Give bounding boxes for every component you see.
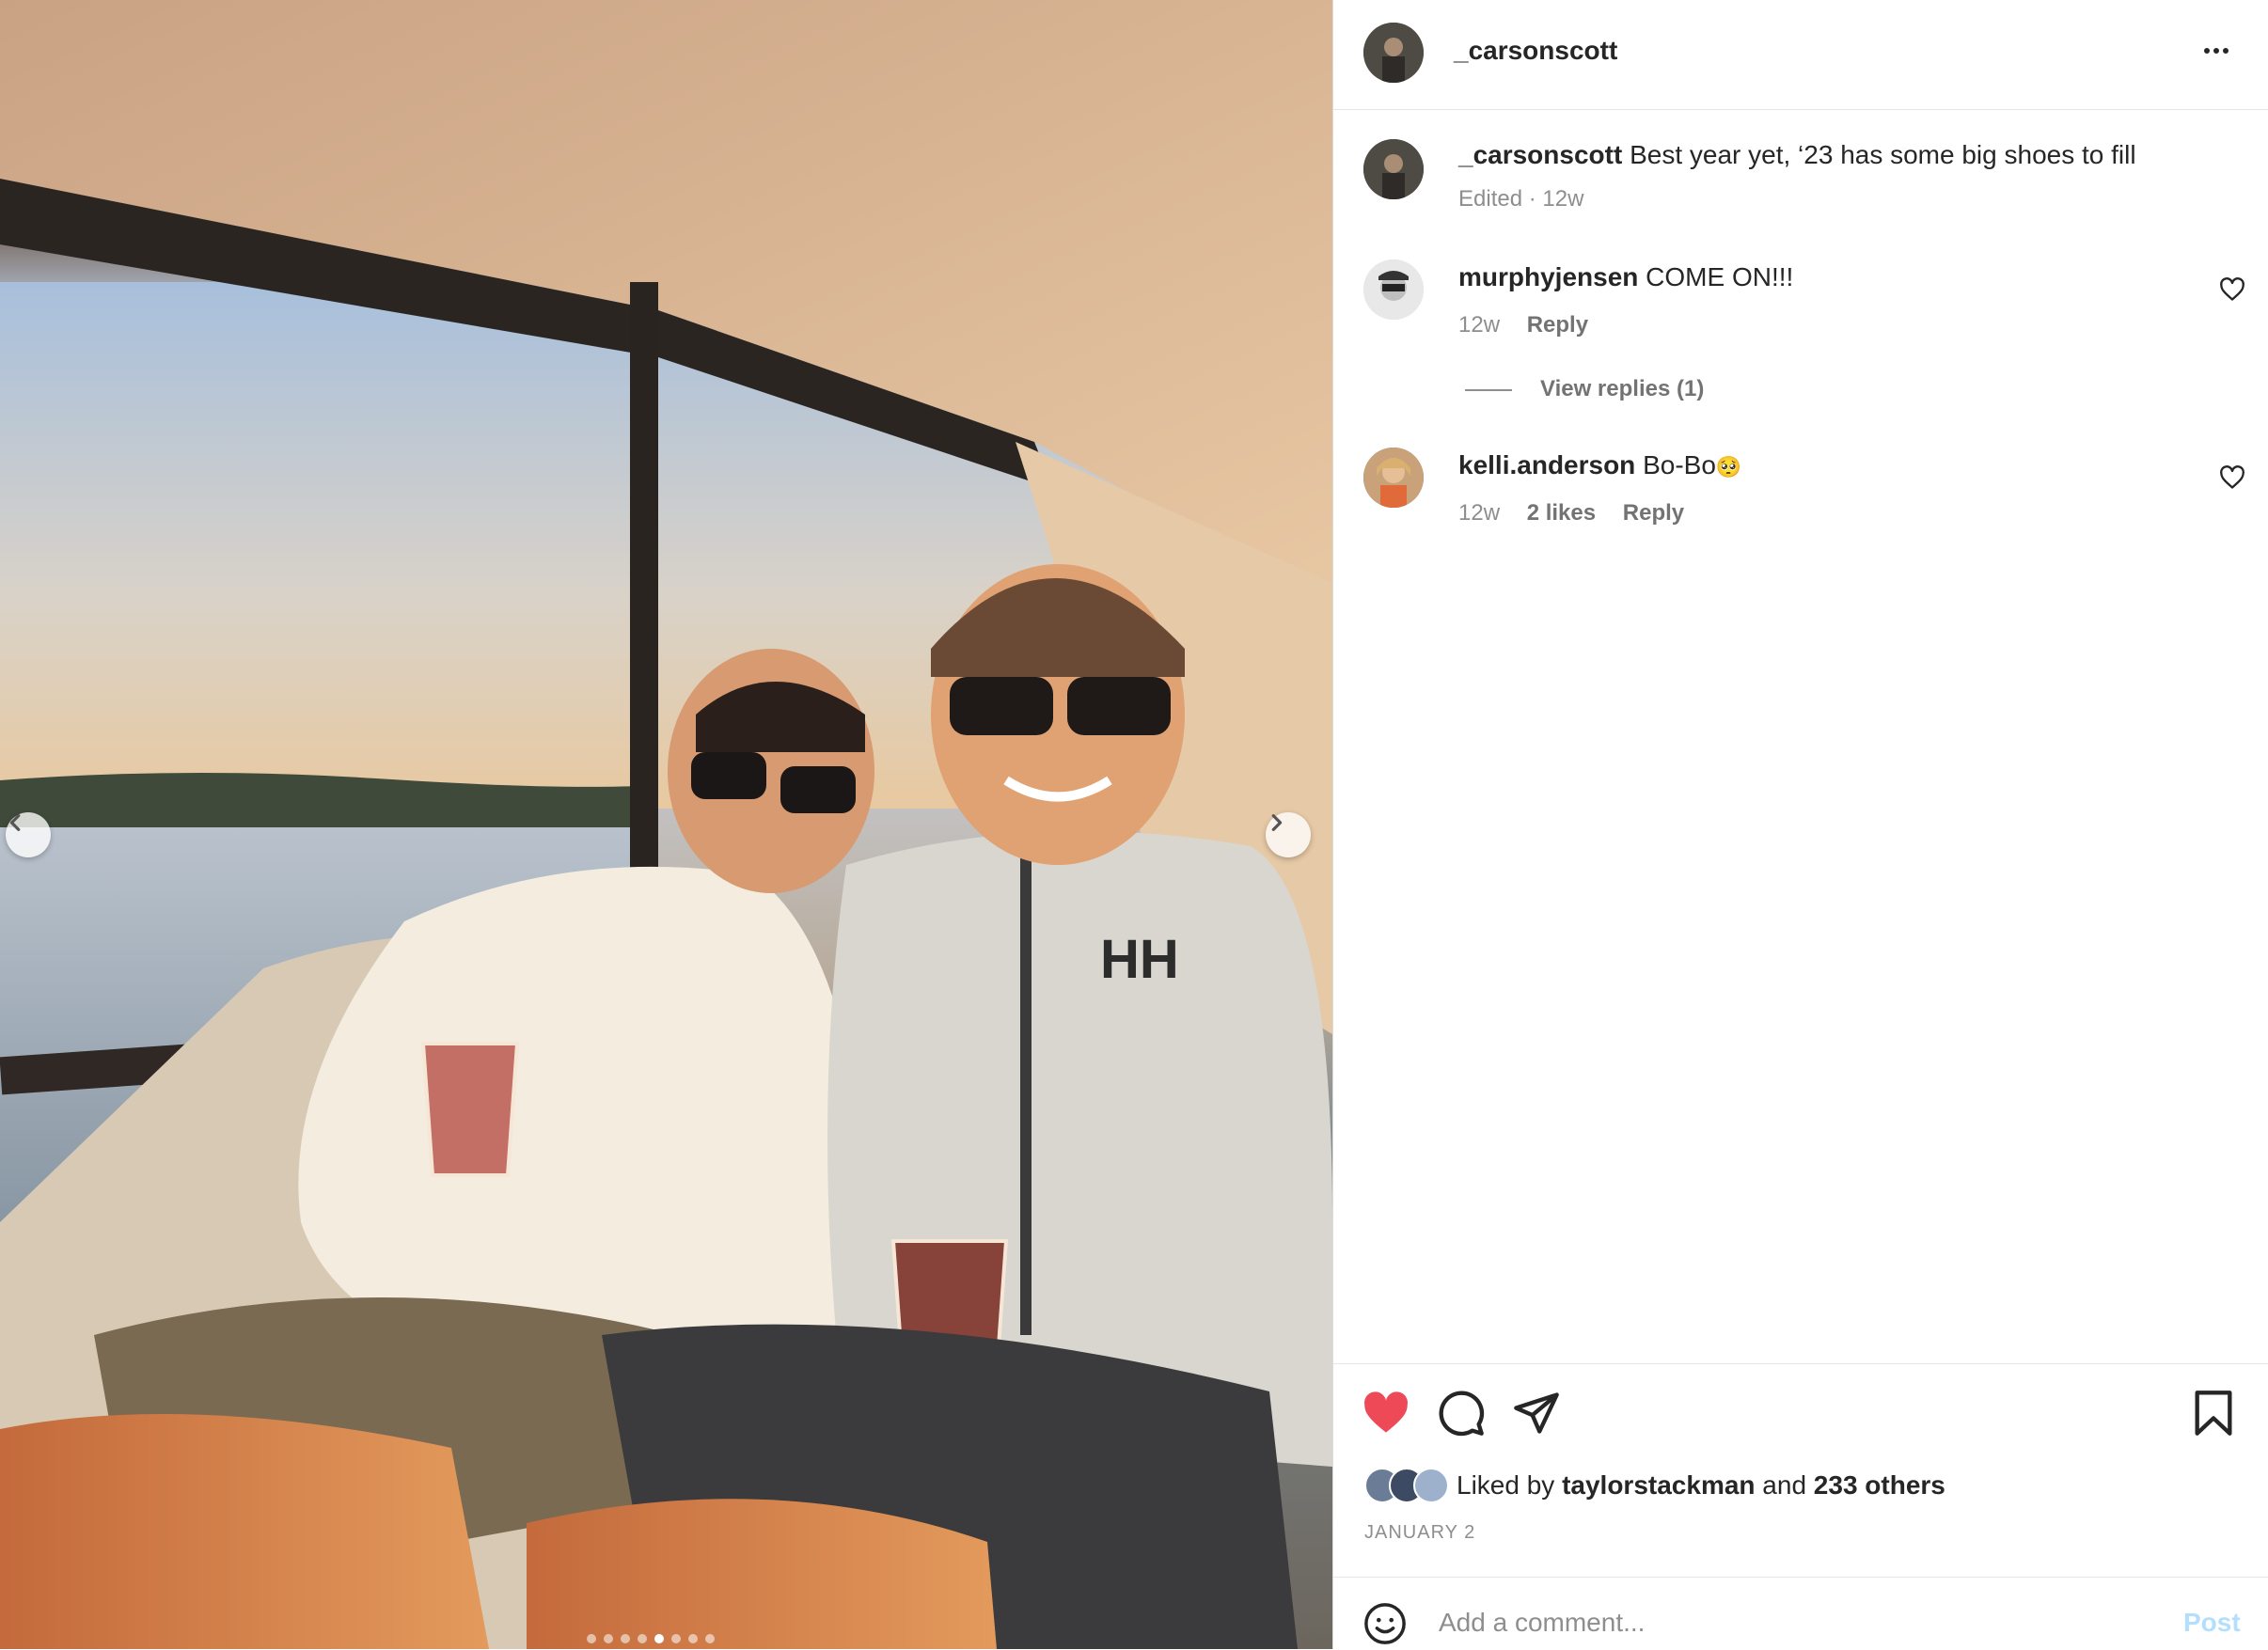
carousel-dot	[638, 1634, 647, 1643]
caption-text-row: _carsonscott Best year yet, ‘23 has some…	[1458, 139, 2136, 171]
svg-text:HH: HH	[1100, 929, 1179, 990]
avatar-image	[1363, 139, 1424, 199]
pleading-face-emoji: 🥺	[1715, 455, 1742, 479]
comment-like-icon[interactable]	[2219, 276, 2245, 303]
comment-age: 12w	[1458, 500, 1501, 526]
share-icon[interactable]	[1512, 1389, 1561, 1438]
caption-avatar[interactable]	[1363, 139, 1424, 199]
liker-username[interactable]: taylorstackman	[1562, 1470, 1755, 1501]
author-avatar[interactable]	[1363, 23, 1424, 83]
post-comment-button[interactable]: Post	[2183, 1608, 2241, 1638]
emoji-icon[interactable]	[1363, 1602, 1407, 1645]
likes-joiner: and	[1762, 1470, 1807, 1500]
caption-meta: Edited · 12w	[1458, 186, 1584, 212]
commenter-avatar[interactable]	[1363, 259, 1424, 320]
comment-input[interactable]	[1439, 1600, 2097, 1645]
carousel-dot	[688, 1634, 698, 1643]
more-options-button[interactable]	[2202, 32, 2240, 70]
post-sidebar: _carsonscott _carsonscott Best year yet,…	[1332, 0, 2268, 1649]
comment-meta: 12w 2 likes Reply	[1458, 500, 1684, 526]
caption-text: Best year yet, ‘23 has some big shoes to…	[1630, 140, 2136, 169]
post-photo: HH	[0, 0, 1332, 1649]
view-replies-button[interactable]: View replies (1)	[1465, 376, 1704, 402]
reply-button[interactable]: Reply	[1623, 500, 1684, 526]
comment-text-row: murphyjensen COME ON!!!	[1458, 261, 1793, 293]
author-username[interactable]: _carsonscott	[1454, 36, 1617, 66]
carousel-dot	[587, 1634, 596, 1643]
replies-divider	[1465, 388, 1512, 391]
comment-age: 12w	[1458, 312, 1501, 338]
comment-text-row: kelli.anderson Bo-Bo🥺	[1458, 449, 1741, 483]
comment-username[interactable]: kelli.anderson	[1458, 450, 1635, 479]
reply-button[interactable]: Reply	[1527, 312, 1588, 338]
heart-icon[interactable]	[1362, 1389, 1410, 1438]
post-header: _carsonscott	[1333, 0, 2268, 110]
carousel-dot	[604, 1634, 613, 1643]
carousel-indicator	[587, 1634, 715, 1643]
next-image-button[interactable]	[1266, 812, 1311, 857]
comment-text: COME ON!!!	[1646, 262, 1794, 291]
comment-meta: 12w Reply	[1458, 312, 1588, 338]
likes-summary: Liked by taylorstackman and 233 others	[1364, 1468, 1945, 1503]
liker-avatar	[1413, 1468, 1449, 1503]
carousel-dot	[671, 1634, 681, 1643]
post-actions: Liked by taylorstackman and 233 others J…	[1333, 1363, 2268, 1590]
prev-image-button[interactable]	[6, 812, 51, 857]
comment-likes-count[interactable]: 2 likes	[1527, 500, 1596, 526]
photo-illustration: HH	[0, 0, 1332, 1649]
comment-text: Bo-Bo	[1643, 450, 1716, 479]
liker-avatars	[1364, 1468, 1449, 1503]
comment-icon[interactable]	[1437, 1389, 1486, 1438]
more-icon-dot	[2213, 48, 2219, 54]
avatar-image	[1363, 259, 1424, 320]
post-date[interactable]: JANUARY 2	[1364, 1522, 1475, 1544]
carousel-dot	[621, 1634, 630, 1643]
carousel-dot	[705, 1634, 715, 1643]
avatar-image	[1363, 23, 1424, 83]
likes-others[interactable]: 233 others	[1814, 1470, 1945, 1501]
more-icon	[2204, 48, 2210, 54]
add-comment-bar: Post	[1333, 1577, 2268, 1650]
caption-username[interactable]: _carsonscott	[1458, 140, 1622, 169]
likes-prefix: Liked by	[1457, 1470, 1555, 1500]
view-replies-label: View replies (1)	[1540, 376, 1705, 401]
next-arrow-icon	[1271, 814, 1283, 831]
prev-arrow-icon	[9, 814, 21, 831]
more-icon-dot	[2223, 48, 2229, 54]
avatar-image	[1363, 448, 1424, 508]
comment-username[interactable]: murphyjensen	[1458, 262, 1638, 291]
commenter-avatar[interactable]	[1363, 448, 1424, 508]
carousel-dot-active	[654, 1634, 664, 1643]
comment-like-icon[interactable]	[2219, 464, 2245, 491]
bookmark-icon[interactable]	[2189, 1389, 2238, 1438]
